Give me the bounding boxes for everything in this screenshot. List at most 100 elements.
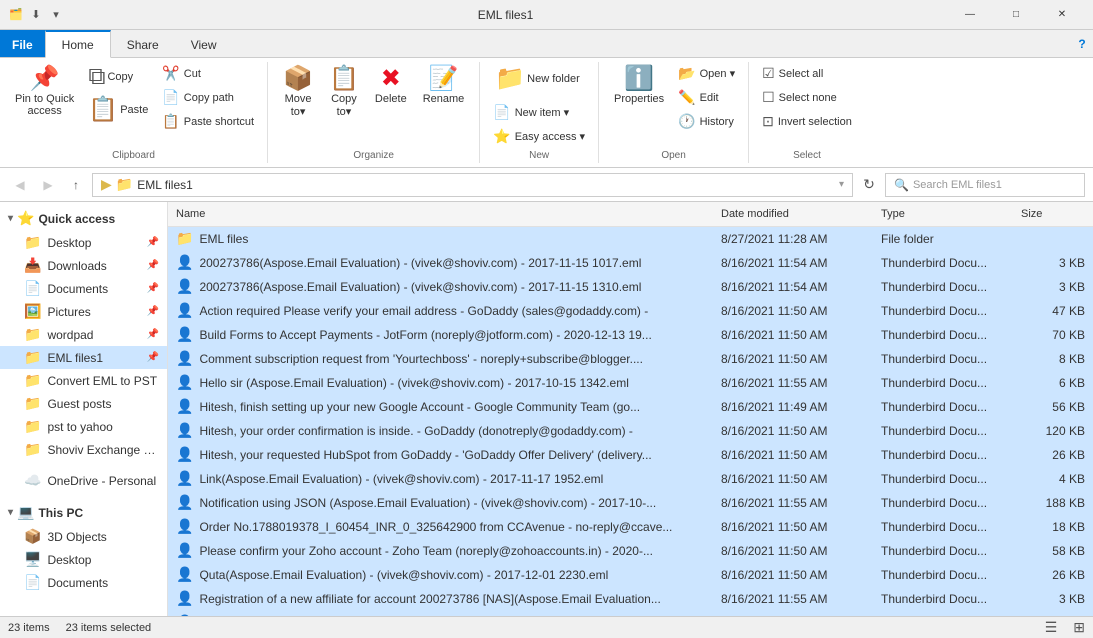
pin-label: Pin to Quickaccess (15, 93, 74, 117)
up-button[interactable]: ↑ (64, 173, 88, 197)
quick-access-header[interactable]: ▾ ⭐ Quick access (0, 206, 167, 231)
table-row[interactable]: 👤 200273786(Aspose.Email Evaluation) - (… (168, 251, 1093, 275)
sidebar-item-desktop[interactable]: 📁 Desktop 📌 (0, 231, 167, 254)
large-icons-view-button[interactable]: ⊞ (1073, 619, 1085, 636)
copy-path-button[interactable]: 📄 Copy path (157, 86, 259, 109)
select-none-button[interactable]: ☐ Select none (757, 86, 857, 109)
edit-button[interactable]: ✏️ Edit (673, 86, 740, 109)
file-size: 8 KB (1013, 350, 1093, 368)
search-box[interactable]: 🔍 Search EML files1 (885, 173, 1085, 197)
new-item-button[interactable]: 📄 New item ▾ (488, 101, 590, 124)
tab-view[interactable]: View (175, 30, 233, 57)
sidebar-item-guest-posts[interactable]: 📁 Guest posts (0, 392, 167, 415)
sidebar-item-pst-to-yahoo[interactable]: 📁 pst to yahoo (0, 415, 167, 438)
history-button[interactable]: 🕐 History (673, 110, 740, 133)
file-date: 8/16/2021 11:50 AM (713, 470, 873, 488)
new-folder-button[interactable]: 📁 New folder (488, 62, 590, 96)
cut-button[interactable]: ✂️ Cut (157, 62, 259, 85)
help-button[interactable]: ? (1071, 30, 1093, 58)
easy-access-button[interactable]: ⭐ Easy access ▾ (488, 125, 590, 148)
file-list-scroll[interactable]: 📁 EML files 8/27/2021 11:28 AM File fold… (168, 227, 1093, 616)
item-label: Desktop (47, 236, 140, 250)
file-type: Thunderbird Docu... (873, 254, 1013, 272)
file-icon: 👤 (176, 566, 193, 583)
maximize-button[interactable]: □ (993, 0, 1039, 30)
sidebar-item-documents[interactable]: 📄 Documents 📌 (0, 277, 167, 300)
sidebar-item-shoviv-exchange-ser...[interactable]: 📁 Shoviv Exchange Ser... (0, 438, 167, 461)
details-view-button[interactable]: ☰ (1045, 619, 1058, 636)
back-button[interactable]: ◀ (8, 173, 32, 197)
forward-button[interactable]: ▶ (36, 173, 60, 197)
table-row[interactable]: 👤 Security alert - Google (no-reply@acco… (168, 611, 1093, 616)
file-name-cell: 👤 200273786(Aspose.Email Evaluation) - (… (168, 252, 713, 273)
table-row[interactable]: 👤 Notification using JSON (Aspose.Email … (168, 491, 1093, 515)
properties-button[interactable]: ℹ️ Properties (607, 62, 671, 110)
quick-access-icon[interactable]: ⬇ (28, 7, 44, 23)
this-pc-header[interactable]: ▾ 💻 This PC (0, 500, 167, 525)
sidebar-item-pictures[interactable]: 🖼️ Pictures 📌 (0, 300, 167, 323)
customize-icon[interactable]: ▾ (48, 7, 64, 23)
invert-selection-button[interactable]: ⊡ Invert selection (757, 110, 857, 133)
quickaccess-chevron: ▾ (8, 213, 13, 224)
file-icon: 👤 (176, 494, 193, 511)
file-date: 8/16/2021 11:50 AM (713, 446, 873, 464)
copy-button[interactable]: ⧉ Copy (83, 62, 153, 92)
item-label: EML files1 (47, 351, 140, 365)
tab-share[interactable]: Share (111, 30, 175, 57)
sidebar-pc-item-3d-objects[interactable]: 📦 3D Objects (0, 525, 167, 548)
close-button[interactable]: ✕ (1039, 0, 1085, 30)
table-row[interactable]: 👤 200273786(Aspose.Email Evaluation) - (… (168, 275, 1093, 299)
table-row[interactable]: 👤 Hitesh, your requested HubSpot from Go… (168, 443, 1093, 467)
select-all-button[interactable]: ☑ Select all (757, 62, 857, 85)
tab-home[interactable]: Home (45, 30, 111, 58)
path-folder-icon: ▶ (101, 176, 112, 193)
item-icon: 📁 (24, 349, 41, 366)
tab-file[interactable]: File (0, 30, 45, 57)
sidebar-pc-item-desktop[interactable]: 🖥️ Desktop (0, 548, 167, 571)
table-row[interactable]: 👤 Hitesh, finish setting up your new Goo… (168, 395, 1093, 419)
pin-to-quick-access-button[interactable]: 📌 Pin to Quickaccess (8, 62, 81, 122)
table-row[interactable]: 👤 Hitesh, your order confirmation is ins… (168, 419, 1093, 443)
table-row[interactable]: 👤 Action required Please verify your ema… (168, 299, 1093, 323)
file-name-cell: 👤 Hitesh, your requested HubSpot from Go… (168, 444, 713, 465)
sidebar-item-downloads[interactable]: 📥 Downloads 📌 (0, 254, 167, 277)
table-row[interactable]: 👤 Build Forms to Accept Payments - JotFo… (168, 323, 1093, 347)
table-row[interactable]: 👤 Hello sir (Aspose.Email Evaluation) - … (168, 371, 1093, 395)
sidebar-item-onedrive[interactable]: ☁️ OneDrive - Personal (0, 469, 167, 492)
pc-item-icon: 🖥️ (24, 551, 41, 568)
sidebar-item-convert-eml-to-pst[interactable]: 📁 Convert EML to PST (0, 369, 167, 392)
minimize-button[interactable]: — (947, 0, 993, 30)
table-row[interactable]: 👤 Link(Aspose.Email Evaluation) - (vivek… (168, 467, 1093, 491)
rename-button[interactable]: 📝 Rename (416, 62, 472, 110)
paste-shortcut-button[interactable]: 📋 Paste shortcut (157, 110, 259, 133)
table-row[interactable]: 👤 Comment subscription request from 'You… (168, 347, 1093, 371)
paste-button[interactable]: 📋 Paste (83, 95, 153, 125)
table-row[interactable]: 👤 Order No.1788019378_I_60454_INR_0_3256… (168, 515, 1093, 539)
col-header-type[interactable]: Type (873, 206, 1013, 222)
pin-indicator: 📌 (147, 352, 159, 363)
col-header-size[interactable]: Size (1013, 206, 1093, 222)
file-size: 26 KB (1013, 566, 1093, 584)
file-name: Hitesh, your order confirmation is insid… (199, 424, 632, 438)
edit-label: Edit (700, 92, 719, 104)
table-row[interactable]: 👤 Please confirm your Zoho account - Zoh… (168, 539, 1093, 563)
sidebar-pc-item-documents[interactable]: 📄 Documents (0, 571, 167, 594)
col-header-name[interactable]: Name (168, 206, 713, 222)
organize-label: Organize (353, 148, 394, 163)
refresh-button[interactable]: ↻ (857, 173, 881, 197)
sidebar-item-wordpad[interactable]: 📁 wordpad 📌 (0, 323, 167, 346)
table-row[interactable]: 👤 Registration of a new affiliate for ac… (168, 587, 1093, 611)
table-row[interactable]: 👤 Quta(Aspose.Email Evaluation) - (vivek… (168, 563, 1093, 587)
open-button[interactable]: 📂 Open ▾ (673, 62, 740, 85)
col-header-date[interactable]: Date modified (713, 206, 873, 222)
move-to-button[interactable]: 📦 Moveto▾ (276, 62, 320, 123)
sidebar-item-eml-files1[interactable]: 📁 EML files1 📌 (0, 346, 167, 369)
copy-to-button[interactable]: 📋 Copyto▾ (322, 62, 366, 123)
file-name-cell: 👤 Build Forms to Accept Payments - JotFo… (168, 324, 713, 345)
address-path[interactable]: ▶ 📁 EML files1 ▾ (92, 173, 853, 197)
delete-button[interactable]: ✖ Delete (368, 62, 414, 110)
table-row[interactable]: 📁 EML files 8/27/2021 11:28 AM File fold… (168, 227, 1093, 251)
file-name-cell: 👤 Order No.1788019378_I_60454_INR_0_3256… (168, 516, 713, 537)
item-icon: 📁 (24, 234, 41, 251)
open-col: 📂 Open ▾ ✏️ Edit 🕐 History (673, 62, 740, 133)
